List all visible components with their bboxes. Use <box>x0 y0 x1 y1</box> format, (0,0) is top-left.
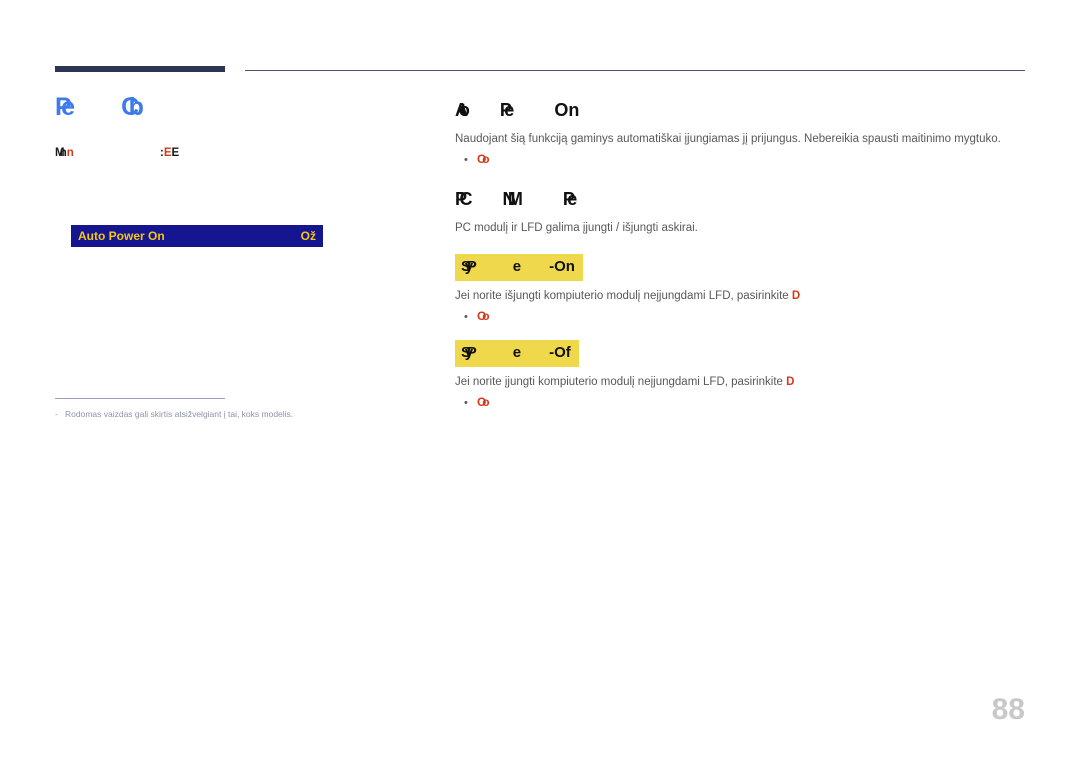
option1-description: Jei norite išjungti kompiuterio modulį n… <box>455 288 1030 304</box>
bullet-dot-icon: • <box>464 311 468 323</box>
option1-description-prefix: Jei norite išjungti kompiuterio modulį n… <box>455 290 792 302</box>
section2-paragraph: PC modulį ir LFD galima įjungti / išjung… <box>455 222 698 234</box>
option2-bullet-text: Oo <box>477 395 489 409</box>
section2-heading-part3: Pe <box>562 189 577 209</box>
option2-chip-part1: SyP <box>461 344 477 361</box>
section2-heading-part1: PC <box>455 189 472 209</box>
footnote-dash: - <box>55 409 58 419</box>
osd-menu-label: Auto Power On <box>78 229 165 243</box>
option1-chip-part3: -On <box>549 258 575 275</box>
section1-heading-part2: Pe <box>499 100 514 120</box>
section1-bullet-text: Oo <box>477 152 489 166</box>
footnote-rule <box>55 398 225 399</box>
chapter-title: Pe Cb <box>55 92 405 124</box>
left-column: Pe Cb Mn n :E E <box>55 92 405 162</box>
option2-chip-part3: -Of <box>549 344 571 361</box>
menu-path-value-accent: E <box>163 147 171 159</box>
section2-heading-part2: NM <box>502 189 522 209</box>
section1-bullet-row: • Oo <box>455 151 1030 169</box>
header-thin-rule <box>245 70 1025 71</box>
osd-menu-value: Ož <box>300 229 316 243</box>
section1-paragraph: Naudojant šią funkciją gaminys automatiš… <box>455 133 1001 145</box>
menu-path: Mn n :E E <box>55 146 405 162</box>
option1-description-accent: D <box>791 290 801 302</box>
section1-heading-part1: Ato <box>455 100 470 120</box>
option-chip-sync-power-on: SyP e -On <box>455 254 583 281</box>
section-heading-auto-power-on: Ato Pe On <box>455 98 1030 122</box>
section1-heading-part3: On <box>554 100 580 120</box>
menu-path-value: E <box>171 147 179 159</box>
option2-description-prefix: Jei norite įjungti kompiuterio modulį ne… <box>455 376 787 388</box>
menu-path-right: :E E <box>160 146 179 161</box>
menu-path-label-accent: n <box>66 147 75 159</box>
option2-description-accent: D <box>786 376 795 388</box>
footnote-text: Rodomas vaizdas gali skirtis atsižvelgia… <box>65 409 294 419</box>
section-heading-pc-module-power: PC NM Pe <box>455 187 1030 211</box>
menu-path-label: Mn <box>55 147 67 159</box>
bullet-dot-icon: • <box>464 397 468 409</box>
footnote: - Rodomas vaizdas gali skirtis atsižvelg… <box>55 398 375 420</box>
bullet-dot-icon: • <box>464 154 468 166</box>
option2-bullet-row: • Oo <box>455 394 1030 412</box>
option1-bullet-text: Oo <box>477 309 489 323</box>
chapter-title-part2: Cb <box>121 93 144 121</box>
menu-path-left: Mn n <box>55 146 74 161</box>
option2-description: Jei norite įjungti kompiuterio modulį ne… <box>455 374 1030 390</box>
footnote-row: - Rodomas vaizdas gali skirtis atsižvelg… <box>55 408 375 420</box>
header-thick-rule <box>55 66 225 72</box>
option-chip-sync-power-off: SyP e -Of <box>455 340 579 367</box>
option1-chip-part1: SyP <box>461 258 477 275</box>
chapter-title-part1: Pe <box>55 93 75 121</box>
option2-chip-part2: e <box>512 344 522 361</box>
osd-menu-bar[interactable]: Auto Power On Ož <box>71 225 323 247</box>
page-number: 88 <box>991 693 1025 726</box>
header-rules <box>55 66 1025 76</box>
option1-bullet-row: • Oo <box>455 308 1030 326</box>
right-column: Ato Pe On Naudojant šią funkciją gaminys a… <box>455 98 1030 412</box>
option1-chip-part2: e <box>512 258 522 275</box>
